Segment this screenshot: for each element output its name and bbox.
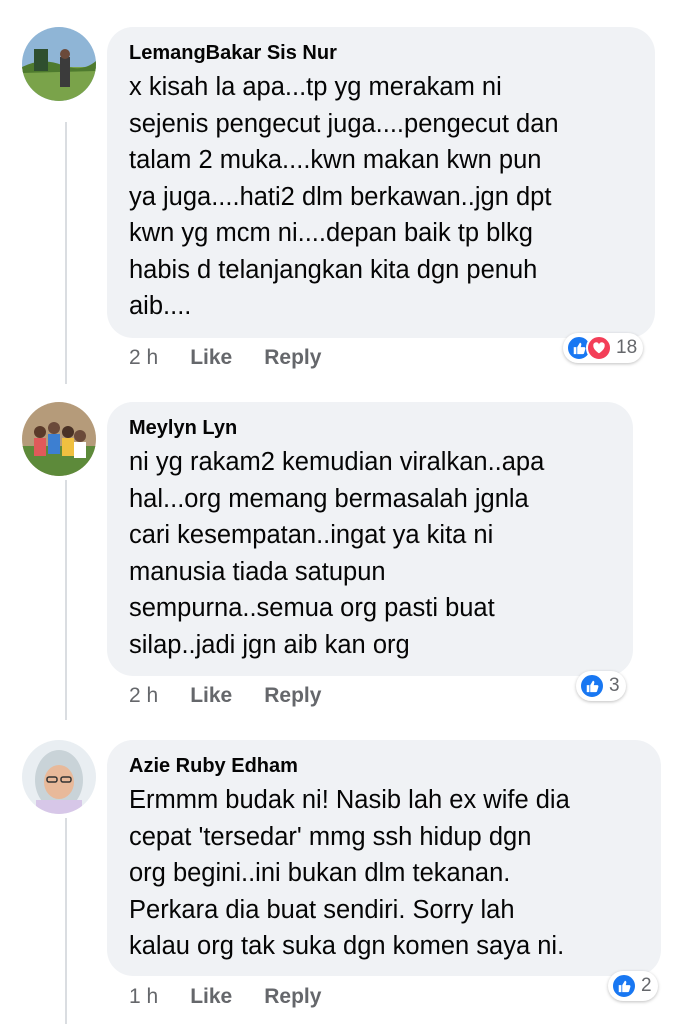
comment-time[interactable]: 1 h [129,985,158,1009]
thread-line [65,818,67,1024]
reply-button[interactable]: Reply [264,684,321,708]
reaction-summary[interactable]: 2 [608,971,658,1001]
thread-line [65,122,67,384]
comment-author[interactable]: LemangBakar Sis Nur [129,41,633,65]
love-icon [586,335,612,361]
comment-bubble: LemangBakar Sis Nur x kisah la apa...tp … [107,27,655,338]
like-button[interactable]: Like [190,346,232,370]
reply-button[interactable]: Reply [264,985,321,1009]
reaction-summary[interactable]: 3 [576,671,626,701]
like-button[interactable]: Like [190,985,232,1009]
reaction-summary[interactable]: 18 [563,333,644,363]
like-icon [611,973,637,999]
comment-actions: 2 h Like Reply [129,346,353,370]
comment-text: x kisah la apa...tp yg merakam ni sejeni… [129,73,559,320]
reaction-count: 2 [641,975,652,996]
thread-line [65,480,67,720]
like-button[interactable]: Like [190,684,232,708]
avatar[interactable] [22,740,96,814]
comment-time[interactable]: 2 h [129,684,158,708]
comment-author[interactable]: Azie Ruby Edham [129,754,639,778]
comment-text: Ermmm budak ni! Nasib lah ex wife dia ce… [129,786,570,960]
comment-author[interactable]: Meylyn Lyn [129,416,611,440]
avatar[interactable] [22,402,96,476]
comment-bubble: Azie Ruby Edham Ermmm budak ni! Nasib la… [107,740,661,976]
reply-button[interactable]: Reply [264,346,321,370]
comment-actions: 2 h Like Reply [129,684,353,708]
like-icon [579,673,605,699]
avatar[interactable] [22,27,96,101]
comment-bubble: Meylyn Lyn ni yg rakam2 kemudian viralka… [107,402,633,676]
comment-time[interactable]: 2 h [129,346,158,370]
reaction-count: 18 [616,337,638,358]
comment-actions: 1 h Like Reply [129,985,353,1009]
comment-text: ni yg rakam2 kemudian viralkan..apa hal.… [129,448,545,659]
reaction-count: 3 [609,675,620,696]
